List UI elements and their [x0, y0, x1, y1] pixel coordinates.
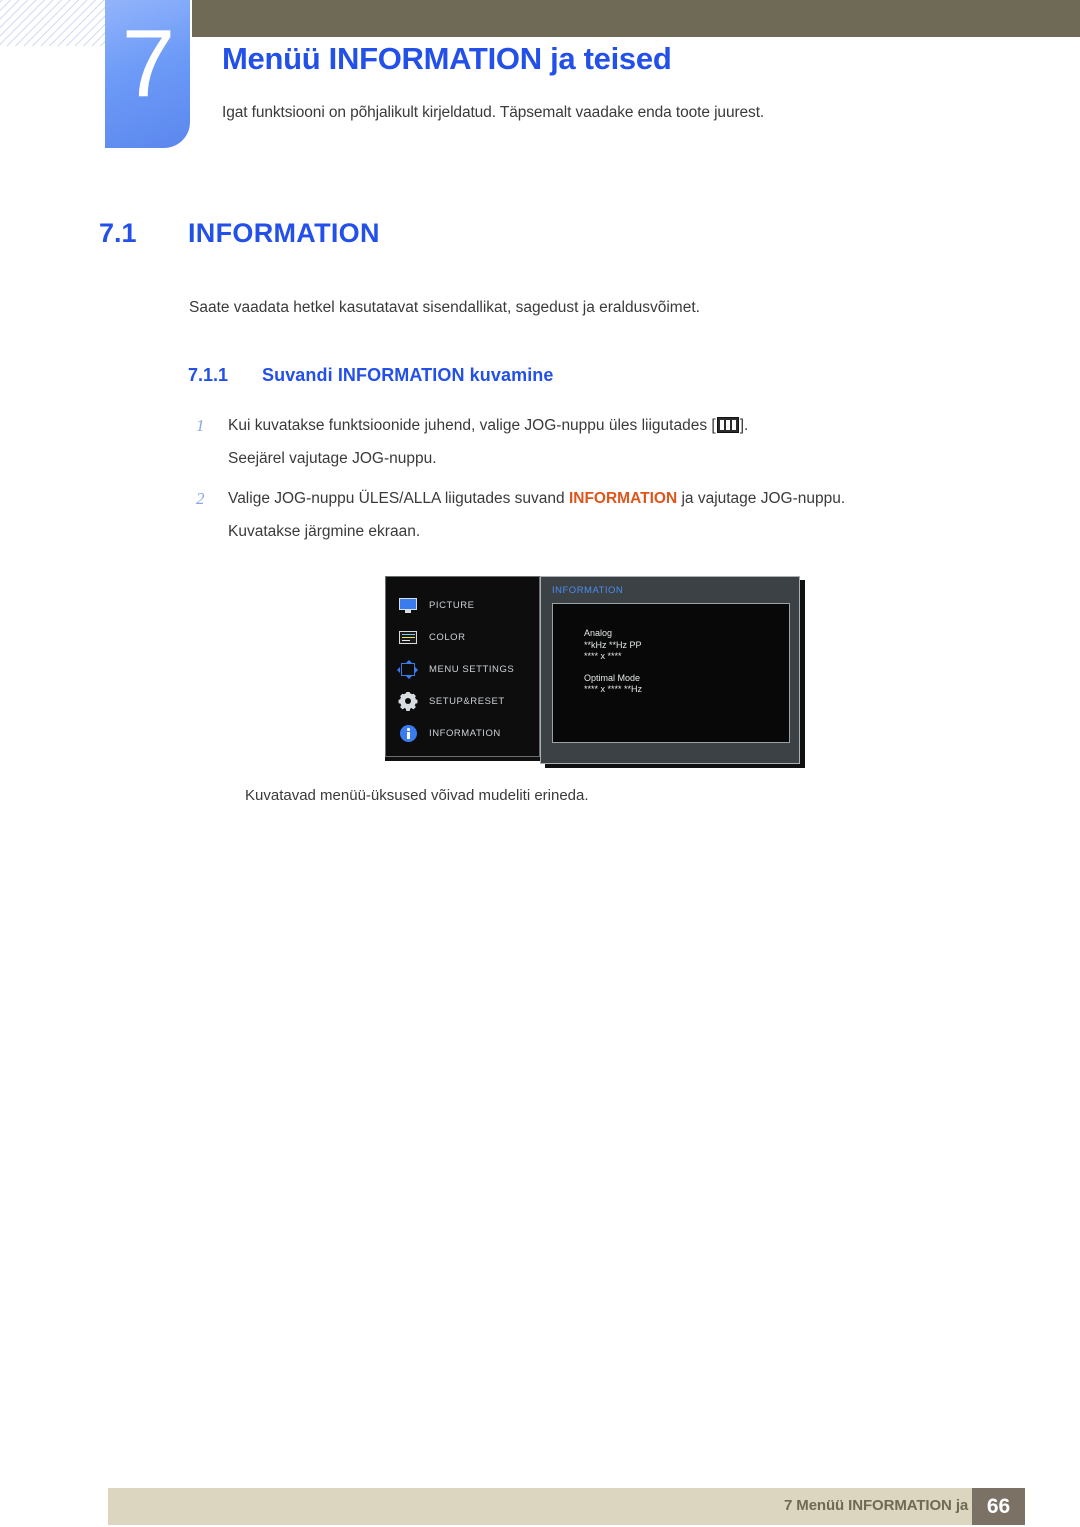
osd-menu-item-information-label: INFORMATION — [429, 728, 501, 739]
osd-panel-title: INFORMATION — [552, 585, 624, 596]
model-note: Kuvatavad menüü-üksused võivad mudeliti … — [245, 787, 589, 804]
osd-screenshot: PICTURE COLOR MENU SETTINGS SETUP&RESET … — [385, 576, 805, 768]
step-1-text-before: Kui kuvatakse funktsioonide juhend, vali… — [228, 417, 716, 434]
osd-menu-item-picture[interactable]: PICTURE — [398, 597, 475, 614]
manual-page: 7 Menüü INFORMATION ja teised Igat funkt… — [0, 0, 1080, 1527]
chapter-title: Menüü INFORMATION ja teised — [222, 41, 672, 76]
step-2-text-after: ja vajutage JOG-nuppu. — [677, 490, 846, 507]
osd-menu-list: PICTURE COLOR MENU SETTINGS SETUP&RESET … — [385, 576, 540, 757]
osd-menu-item-picture-label: PICTURE — [429, 600, 475, 611]
osd-info-block-optimal: Optimal Mode **** x **** **Hz — [584, 673, 642, 696]
monitor-icon — [398, 597, 418, 614]
header-olive-bar — [192, 0, 1080, 37]
osd-menu-item-color-label: COLOR — [429, 632, 466, 643]
osd-menu-item-menu-settings[interactable]: MENU SETTINGS — [397, 660, 515, 679]
osd-info-optimal-value: **** x **** **Hz — [584, 684, 643, 694]
section-number: 7.1 — [99, 218, 137, 248]
decorative-hatch-pattern — [0, 0, 118, 46]
chapter-number-tab: 7 — [105, 0, 190, 148]
osd-detail-panel: INFORMATION Analog **kHz **Hz PP **** x … — [540, 576, 800, 764]
chapter-number: 7 — [121, 10, 175, 117]
step-1-line-2: Seejärel vajutage JOG-nuppu. — [228, 450, 437, 467]
step-2-number: 2 — [196, 489, 205, 508]
osd-info-block-current: Analog **kHz **Hz PP **** x **** — [584, 628, 642, 663]
osd-info-text: Analog **kHz **Hz PP **** x **** Optimal… — [584, 628, 642, 696]
section-description: Saate vaadata hetkel kasutatavat sisenda… — [189, 299, 700, 316]
step-2-line-2: Kuvatakse järgmine ekraan. — [228, 523, 421, 540]
jog-button-icon — [716, 417, 739, 433]
info-circle-icon — [398, 725, 418, 742]
osd-menu-item-menu-settings-label: MENU SETTINGS — [429, 664, 515, 675]
osd-info-resolution: **** x **** — [584, 651, 622, 661]
subsection-title: Suvandi INFORMATION kuvamine — [262, 365, 554, 385]
chapter-subtitle: Igat funktsiooni on põhjalikult kirjelda… — [222, 104, 765, 121]
color-bars-icon — [398, 629, 418, 646]
subsection-number: 7.1.1 — [188, 365, 229, 385]
step-1-text-after: ]. — [739, 417, 749, 434]
osd-info-screen: Analog **kHz **Hz PP **** x **** Optimal… — [552, 603, 790, 743]
osd-info-frequency: **kHz **Hz PP — [584, 639, 642, 650]
footer-page-number: 66 — [972, 1488, 1025, 1525]
osd-info-source: Analog — [584, 628, 613, 638]
osd-menu-item-information[interactable]: INFORMATION — [398, 725, 501, 742]
step-1-number: 1 — [196, 416, 205, 435]
osd-info-optimal-label: Optimal Mode — [584, 672, 641, 683]
step-2-line-1: Valige JOG-nuppu ÜLES/ALLA liigutades su… — [228, 490, 845, 508]
section-title: INFORMATION — [188, 218, 380, 248]
step-2-highlight: INFORMATION — [568, 490, 678, 507]
osd-menu-item-color[interactable]: COLOR — [398, 629, 466, 646]
gear-icon — [398, 691, 418, 711]
osd-menu-item-setup-reset[interactable]: SETUP&RESET — [398, 691, 505, 711]
osd-menu-item-setup-reset-label: SETUP&RESET — [429, 696, 505, 707]
step-1-line-1: Kui kuvatakse funktsioonide juhend, vali… — [228, 417, 748, 435]
four-arrows-icon — [397, 660, 418, 679]
step-2-text-before: Valige JOG-nuppu ÜLES/ALLA liigutades su… — [228, 490, 569, 507]
